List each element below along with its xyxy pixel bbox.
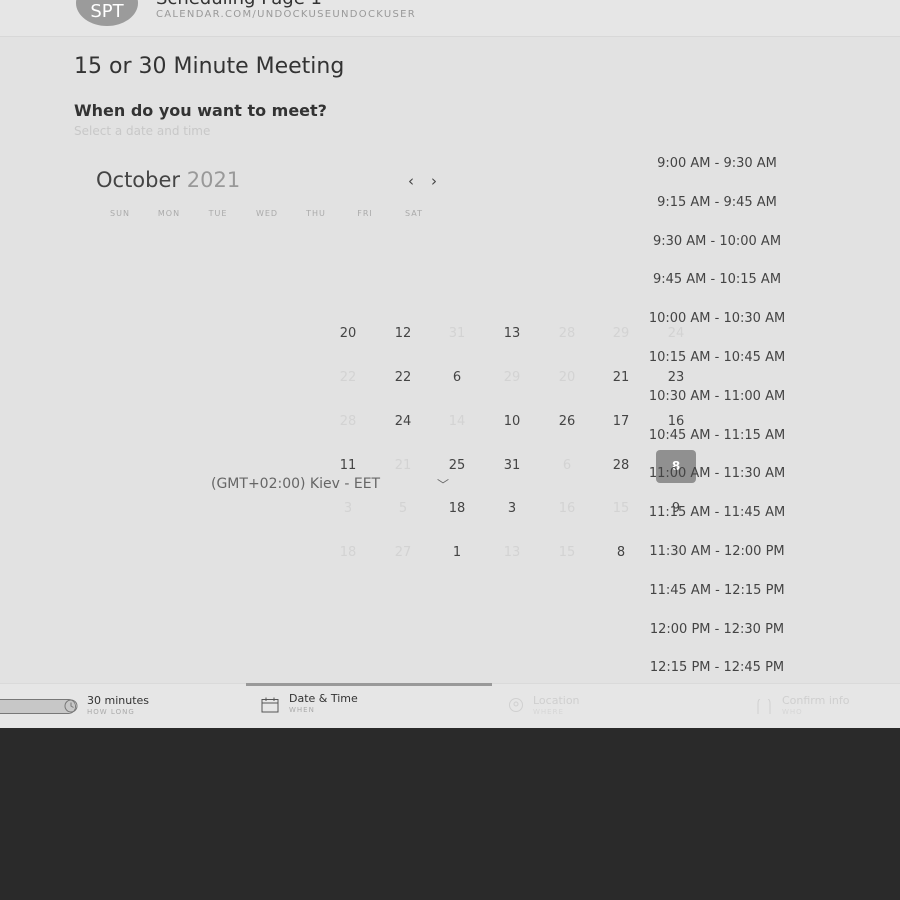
calendar-day[interactable]: 31 <box>492 451 532 481</box>
active-step-indicator <box>246 683 492 686</box>
calendar-day[interactable]: 24 <box>383 407 423 437</box>
step-confirm-info[interactable]: Confirm info WHO <box>782 694 849 716</box>
calendar-day: 29 <box>612 326 630 341</box>
step-duration[interactable]: 30 minutes HOW LONG <box>87 694 149 716</box>
step-location-sub: WHERE <box>533 708 564 716</box>
time-slot[interactable]: 10:45 AM - 11:15 AM <box>642 424 792 448</box>
calendar-day: 27 <box>394 545 412 560</box>
calendar-day: 31 <box>448 326 466 341</box>
location-pin-icon <box>509 698 523 712</box>
time-slot[interactable]: 11:15 AM - 11:45 AM <box>642 501 792 525</box>
meeting-title: 15 or 30 Minute Meeting <box>74 54 345 79</box>
calendar-day: 15 <box>558 545 576 560</box>
year-label: 2021 <box>186 168 241 192</box>
calendar-day: 21 <box>394 458 412 473</box>
chevron-down-icon[interactable]: ﹀ <box>437 476 449 493</box>
step-location[interactable]: Location WHERE <box>533 694 580 716</box>
step-location-label: Location <box>533 694 580 707</box>
calendar-day[interactable]: 1 <box>437 538 477 568</box>
weekday-fri: FRI <box>357 209 373 218</box>
step-confirm-sub: WHO <box>782 708 803 716</box>
calendar-day[interactable]: 20 <box>328 319 368 349</box>
calendar-day[interactable]: 21 <box>601 363 641 393</box>
calendar-day: 22 <box>339 370 357 385</box>
time-slot[interactable]: 12:15 PM - 12:45 PM <box>642 656 792 680</box>
step-date-time-label: Date & Time <box>289 692 358 705</box>
scheduling-page: SPT Scheduling Page 1 CALENDAR.COM/UNDOC… <box>0 0 900 728</box>
time-slot[interactable]: 12:00 PM - 12:30 PM <box>642 618 792 642</box>
chevron-left-icon[interactable]: ‹ <box>408 172 414 190</box>
avatar: SPT <box>76 0 138 26</box>
calendar-icon <box>261 697 279 713</box>
calendar-day[interactable]: 18 <box>437 494 477 524</box>
time-slot[interactable]: 11:00 AM - 11:30 AM <box>642 462 792 486</box>
weekday-sun: SUN <box>110 209 130 218</box>
time-slot[interactable]: 11:30 AM - 12:00 PM <box>642 540 792 564</box>
calendar-day[interactable]: 3 <box>492 494 532 524</box>
calendar-day[interactable]: 6 <box>437 363 477 393</box>
time-slot[interactable]: 9:15 AM - 9:45 AM <box>642 191 792 215</box>
calendar-day: 16 <box>558 501 576 516</box>
time-slot[interactable]: 10:15 AM - 10:45 AM <box>642 346 792 370</box>
weekday-wed: WED <box>255 209 279 218</box>
calendar-day[interactable]: 12 <box>383 319 423 349</box>
time-slot[interactable]: 9:30 AM - 10:00 AM <box>642 230 792 254</box>
page-header: SPT Scheduling Page 1 CALENDAR.COM/UNDOC… <box>0 0 900 37</box>
step-duration-sub: HOW LONG <box>87 708 135 716</box>
user-icon <box>757 699 771 714</box>
calendar-day: 14 <box>448 414 466 429</box>
when-subheading: Select a date and time <box>74 124 211 138</box>
time-slot[interactable]: 11:45 AM - 12:15 PM <box>642 579 792 603</box>
calendar-day: 29 <box>503 370 521 385</box>
calendar-day: 5 <box>398 501 408 516</box>
calendar-month-label: October 2021 <box>96 168 240 192</box>
weekday-tue: TUE <box>208 209 228 218</box>
timezone-select[interactable]: (GMT+02:00) Kiev - EET <box>211 476 380 492</box>
calendar-day: 13 <box>503 545 521 560</box>
time-slot[interactable]: 9:45 AM - 10:15 AM <box>642 268 792 292</box>
dark-background-band <box>0 728 900 900</box>
step-date-time-sub: WHEN <box>289 706 315 714</box>
month-name: October <box>96 168 181 192</box>
scheduling-page-url[interactable]: CALENDAR.COM/UNDOCKUSEUNDOCKUSER <box>156 9 416 20</box>
step-duration-label: 30 minutes <box>87 694 150 707</box>
calendar-day: 20 <box>558 370 576 385</box>
calendar-day[interactable]: 26 <box>547 407 587 437</box>
calendar-day[interactable]: 10 <box>492 407 532 437</box>
calendar-day[interactable]: 28 <box>601 451 641 481</box>
calendar-day: 28 <box>339 414 357 429</box>
calendar-day: 6 <box>562 458 572 473</box>
when-heading: When do you want to meet? <box>74 101 327 120</box>
calendar-day[interactable]: 17 <box>601 407 641 437</box>
time-slot[interactable]: 10:30 AM - 11:00 AM <box>642 385 792 409</box>
calendar-day: 3 <box>343 501 353 516</box>
time-slot[interactable]: 10:00 AM - 10:30 AM <box>642 307 792 331</box>
weekday-sat: SAT <box>405 209 423 218</box>
calendar-day: 28 <box>558 326 576 341</box>
step-date-time[interactable]: Date & Time WHEN <box>289 692 358 714</box>
clock-icon <box>64 699 78 713</box>
chevron-right-icon[interactable]: › <box>431 172 437 190</box>
calendar-day: 18 <box>339 545 357 560</box>
weekday-mon: MON <box>157 209 181 218</box>
calendar-day[interactable]: 8 <box>601 538 641 568</box>
calendar-day[interactable]: 13 <box>492 319 532 349</box>
weekday-thu: THU <box>306 209 326 218</box>
scheduling-page-title: Scheduling Page 1 <box>156 0 322 9</box>
time-slot[interactable]: 9:00 AM - 9:30 AM <box>642 152 792 176</box>
calendar-day: 15 <box>612 501 630 516</box>
step-confirm-label: Confirm info <box>782 694 850 707</box>
calendar-day[interactable]: 22 <box>383 363 423 393</box>
